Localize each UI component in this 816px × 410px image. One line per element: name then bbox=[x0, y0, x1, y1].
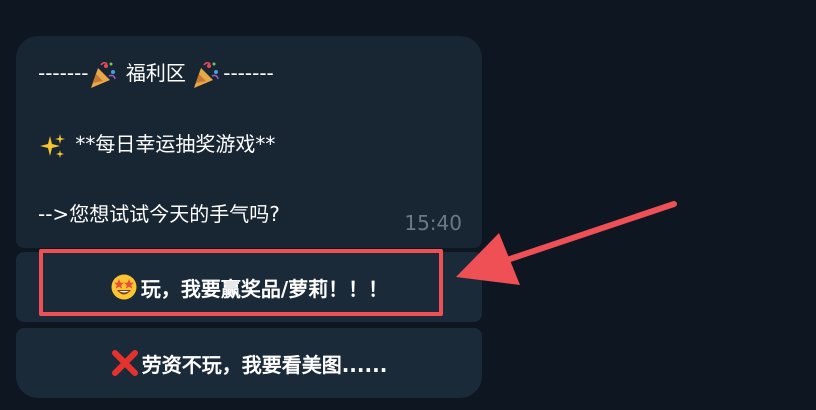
annotation-arrow bbox=[456, 201, 677, 285]
